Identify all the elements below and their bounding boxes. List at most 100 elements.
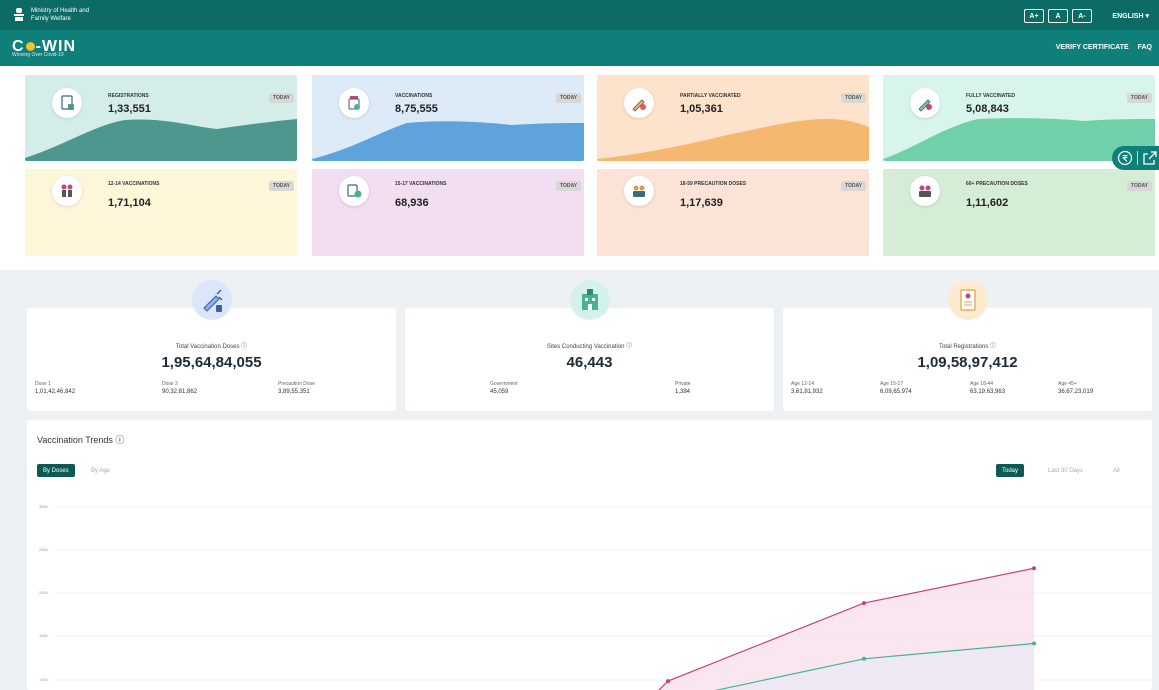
nav-bar: C -WIN Winning Over Covid-19 VERIFY CERTI…	[0, 30, 1159, 66]
card-breakdown-item: Age 18-44 63,19,63,963	[970, 381, 1005, 395]
sparkline-area	[312, 121, 584, 161]
tile-value: 1,17,639	[680, 197, 723, 209]
font-size-controls: A+ A A-	[1024, 9, 1092, 23]
breakdown-label: Government	[490, 381, 518, 387]
tile-label: FULLY VACCINATED	[966, 93, 1015, 99]
breakdown-value: 3,89,55,351	[278, 389, 310, 395]
logo-tagline: Winning Over Covid-19	[12, 52, 64, 58]
sparkline-chart	[312, 121, 584, 161]
card-breakdown-item: Age 45+ 36,67,23,019	[1058, 381, 1093, 395]
summary-card: Total Registrations ⓘ 1,09,58,97,412 Age …	[783, 280, 1152, 411]
data-point	[1032, 566, 1036, 571]
verify-certificate-link[interactable]: VERIFY CERTIFICATE	[1056, 44, 1129, 51]
ministry-branding[interactable]: Ministry of Health and Family Welfare	[12, 6, 101, 24]
today-stats-section: REGISTRATIONS 1,33,551 TODAY VACCINATION…	[0, 66, 1159, 270]
breakdown-value: 90,32,81,862	[162, 389, 198, 395]
summary-card: Sites Conducting Vaccination ⓘ 46,443 Gov…	[405, 280, 774, 411]
vaccination-trends-panel: Vaccination Trends ⓘ By Doses By Age Tod…	[27, 420, 1152, 690]
adults-icon	[624, 176, 654, 206]
y-tick-label: 100k	[39, 677, 48, 682]
tile-label: VACCINATIONS	[395, 93, 433, 99]
tile-label: 15-17 VACCINATIONS	[395, 181, 447, 187]
y-tick-label: 150k	[39, 633, 48, 638]
card-breakdown-item: Dose 1 1,01,42,46,842	[35, 381, 75, 395]
card-breakdown-item: Age 12-14 3,61,81,932	[791, 381, 823, 395]
rupee-circle-icon[interactable]	[1117, 150, 1133, 166]
breakdown-value: 6,09,65,974	[880, 389, 912, 395]
stat-tile[interactable]: REGISTRATIONS 1,33,551 TODAY	[25, 75, 297, 161]
today-badge: TODAY	[1127, 93, 1152, 103]
data-point	[1032, 641, 1036, 646]
tile-value: 1,71,104	[108, 197, 151, 209]
data-point	[666, 679, 670, 684]
y-tick-label: 200k	[39, 590, 48, 595]
card-title: Total Vaccination Doses ⓘ	[175, 344, 248, 350]
breakdown-label: Age 15-17	[880, 381, 904, 387]
sparkline-chart	[597, 119, 869, 161]
data-point	[862, 601, 866, 606]
card-value: 1,95,64,84,055	[161, 354, 262, 371]
card-breakdown-item: Dose 2 90,32,81,862	[162, 381, 197, 395]
today-badge: TODAY	[269, 93, 294, 103]
seniors-icon	[910, 176, 940, 206]
card-breakdown-item: Private 1,384	[675, 381, 691, 395]
fab-divider	[1137, 151, 1138, 165]
breakdown-label: Precaution Dose	[278, 381, 315, 387]
vaccination-trend-chart	[54, 506, 1152, 690]
today-badge: TODAY	[556, 181, 581, 191]
tile-label: PARTIALLY VACCINATED	[680, 93, 741, 99]
stat-tile[interactable]: PARTIALLY VACCINATED 1,05,361 TODAY	[597, 75, 869, 161]
external-link-icon[interactable]	[1142, 150, 1158, 166]
today-badge: TODAY	[556, 93, 581, 103]
today-badge: TODAY	[269, 181, 294, 191]
tile-value: 1,11,602	[966, 197, 1009, 209]
breakdown-label: Age 18-44	[970, 381, 994, 387]
breakdown-label: Dose 2	[162, 381, 178, 387]
sparkline-chart	[25, 119, 297, 161]
hospital-icon	[569, 280, 610, 320]
language-label: ENGLISH	[1112, 13, 1144, 20]
card-breakdown-item: Precaution Dose 3,89,55,351	[278, 381, 315, 395]
registration-form-icon	[947, 280, 988, 320]
breakdown-value: 3,61,81,932	[791, 389, 823, 395]
today-badge: TODAY	[841, 181, 866, 191]
breakdown-label: Private	[675, 381, 691, 387]
summary-card: Total Vaccination Doses ⓘ 1,95,64,84,055…	[27, 280, 396, 411]
y-tick-label: 250k	[39, 547, 48, 552]
y-tick-label: 350k	[39, 504, 48, 509]
language-selector[interactable]: ENGLISH ▾	[1112, 12, 1149, 20]
stat-tile[interactable]: 15-17 VACCINATIONS 68,936 TODAY	[312, 169, 584, 256]
font-decrease-button[interactable]: A-	[1072, 9, 1092, 23]
ministry-name: Ministry of Health and Family Welfare	[31, 8, 90, 22]
card-value: 46,443	[566, 354, 613, 371]
card-title: Total Registrations ⓘ	[938, 344, 997, 350]
breakdown-value: 1,01,42,46,842	[35, 389, 76, 395]
card-breakdown-item: Government 45,059	[490, 381, 518, 395]
stat-tile[interactable]: 12-14 VACCINATIONS 1,71,104 TODAY	[25, 169, 297, 256]
tile-label: 60+ PRECAUTION DOSES	[966, 181, 1028, 187]
breakdown-label: Age 12-14	[791, 381, 815, 387]
breakdown-label: Age 45+	[1058, 381, 1077, 387]
stat-tile[interactable]: VACCINATIONS 8,75,555 TODAY	[312, 75, 584, 161]
font-normal-button[interactable]: A	[1048, 9, 1068, 23]
sparkline-area	[25, 119, 297, 161]
faq-link[interactable]: FAQ	[1138, 44, 1152, 51]
breakdown-value: 45,059	[490, 389, 509, 395]
breakdown-label: Dose 1	[35, 381, 51, 387]
logo-dot-icon	[25, 42, 35, 52]
stat-tile[interactable]: 60+ PRECAUTION DOSES 1,11,602 TODAY	[883, 169, 1155, 256]
card-title: Sites Conducting Vaccination ⓘ	[546, 344, 633, 350]
stat-tile[interactable]: FULLY VACCINATED 5,08,843 TODAY	[883, 75, 1155, 161]
today-badge: TODAY	[1127, 181, 1152, 191]
syringe-icon	[191, 280, 232, 320]
today-badge: TODAY	[841, 93, 866, 103]
national-emblem-icon	[12, 6, 26, 24]
stat-tile[interactable]: 18-59 PRECAUTION DOSES 1,17,639 TODAY	[597, 169, 869, 256]
sparkline-area	[597, 119, 869, 161]
card-breakdown-item: Age 15-17 6,09,65,974	[880, 381, 912, 395]
teen-icon	[339, 176, 369, 206]
font-increase-button[interactable]: A+	[1024, 9, 1044, 23]
card-value: 1,09,58,97,412	[917, 354, 1018, 371]
tile-label: REGISTRATIONS	[108, 93, 149, 99]
floating-share-widget[interactable]	[1112, 146, 1159, 170]
